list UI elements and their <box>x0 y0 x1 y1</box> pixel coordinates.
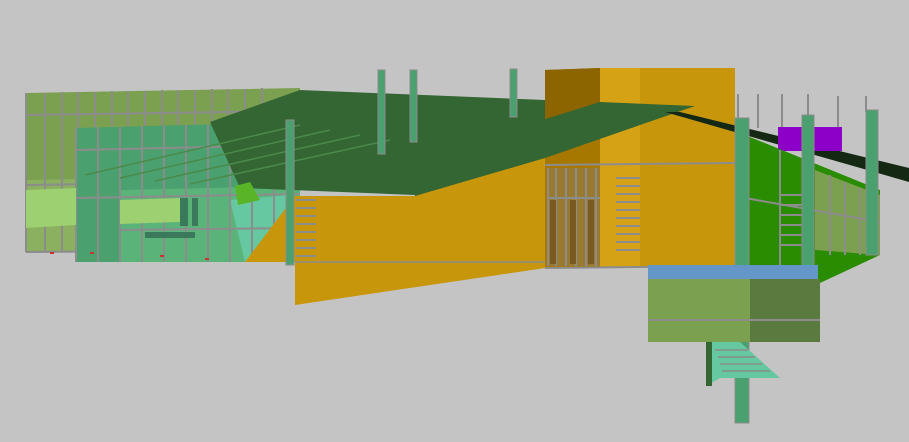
base-block <box>648 265 820 386</box>
3d-viewport[interactable] <box>0 0 909 442</box>
entrance <box>547 168 600 266</box>
ochre-tower-shade <box>600 68 640 268</box>
building-model <box>25 68 909 424</box>
olive-base-shade <box>750 279 820 342</box>
blue-band <box>648 265 818 279</box>
